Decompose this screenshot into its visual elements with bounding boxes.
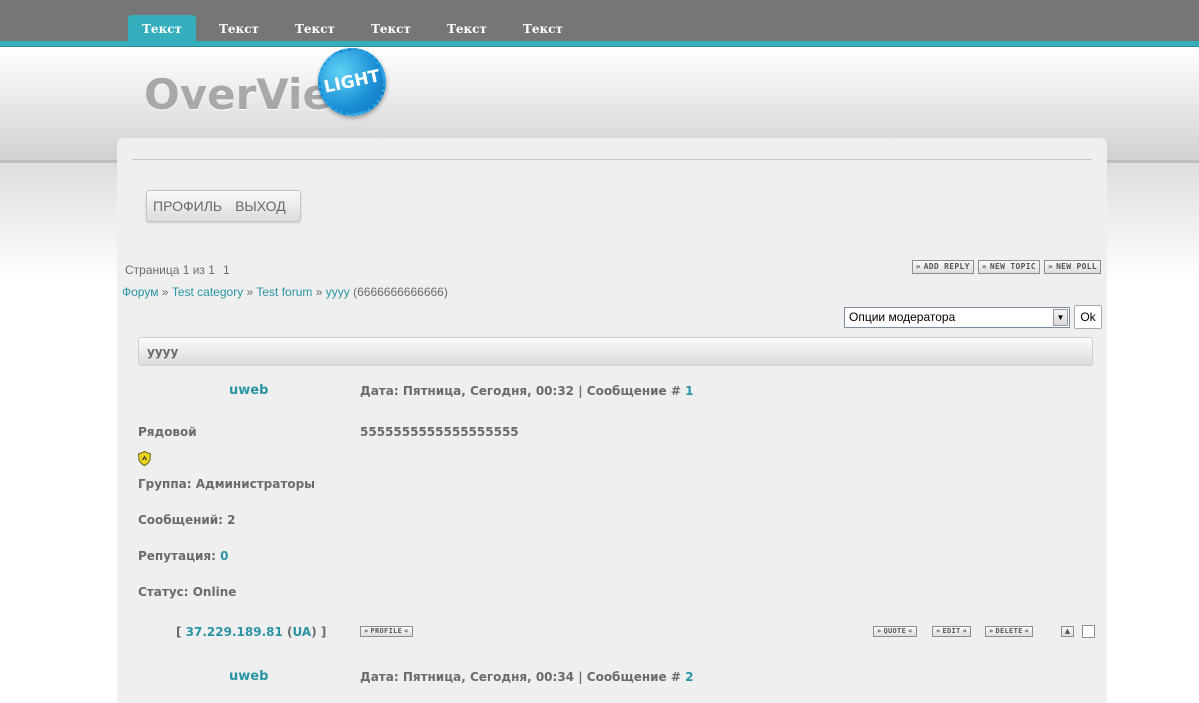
pagination-label: Страница 1 из 1	[125, 263, 215, 277]
tab-1[interactable]: Текст	[128, 15, 196, 41]
content-panel: Профиль Выход Страница 1 из 1 1 ADD REPLY…	[117, 138, 1107, 703]
delete-button[interactable]: DELETE	[985, 626, 1034, 637]
topic-title-bar: yyyy	[138, 337, 1093, 366]
tab-6[interactable]: Текст	[510, 15, 576, 41]
breadcrumb-topic[interactable]: yyyy	[326, 285, 350, 299]
breadcrumb-sep: »	[315, 285, 323, 299]
user-status: Статус: Online	[138, 585, 237, 599]
edit-button[interactable]: EDIT	[932, 626, 972, 637]
logout-link[interactable]: Выход	[235, 198, 286, 214]
post-ip: [ 37.229.189.81 (UA) ]	[176, 625, 327, 639]
scroll-up-icon[interactable]: ▲	[1061, 626, 1074, 637]
post-date: Дата: Пятница, Сегодня, 00:32 | Сообщени…	[360, 384, 681, 398]
panel-divider	[132, 159, 1092, 160]
site-logo[interactable]: OverView LIGHT	[144, 41, 393, 123]
breadcrumb: Форум » Test category » Test forum » yyy…	[122, 285, 448, 299]
post-meta: Дата: Пятница, Сегодня, 00:34 | Сообщени…	[360, 670, 693, 684]
tab-2[interactable]: Текст	[206, 15, 272, 41]
user-group: Группа: Администраторы	[138, 477, 316, 491]
tab-3[interactable]: Текст	[282, 15, 348, 41]
post-number-link[interactable]: 1	[685, 384, 693, 398]
post-username[interactable]: uweb	[229, 669, 268, 684]
breadcrumb-topic-desc: (6666666666666)	[353, 285, 448, 299]
moderator-options-value: Опции модератора	[849, 310, 956, 324]
chevron-down-icon[interactable]: ▼	[1053, 309, 1068, 326]
new-poll-button[interactable]: NEW POLL	[1043, 260, 1101, 274]
breadcrumb-sep: »	[246, 285, 254, 299]
breadcrumb-sep: »	[161, 285, 169, 299]
user-menu: Профиль Выход	[146, 190, 301, 222]
quote-button[interactable]: QUOTE	[873, 626, 917, 637]
country-code[interactable]: UA	[293, 625, 312, 639]
logo-badge-text: LIGHT	[322, 66, 382, 98]
breadcrumb-forum[interactable]: Форум	[122, 285, 158, 299]
post-date: Дата: Пятница, Сегодня, 00:34 | Сообщени…	[360, 670, 681, 684]
reputation-value[interactable]: 0	[220, 549, 228, 563]
add-reply-button[interactable]: ADD REPLY	[911, 260, 974, 274]
top-nav-tabs: Текст Текст Текст Текст Текст Текст	[128, 15, 586, 41]
post-username[interactable]: uweb	[229, 383, 268, 398]
moderator-options-select[interactable]: Опции модератора ▼	[844, 307, 1070, 328]
tab-4[interactable]: Текст	[358, 15, 424, 41]
user-rank: Рядовой	[138, 425, 197, 439]
topic-title: yyyy	[147, 345, 179, 359]
post-select-checkbox[interactable]	[1082, 625, 1095, 638]
user-reputation: Репутация: 0	[138, 549, 228, 563]
ok-button[interactable]: Ok	[1074, 305, 1102, 329]
pagination: Страница 1 из 1 1	[125, 263, 230, 277]
new-topic-button[interactable]: NEW TOPIC	[977, 260, 1040, 274]
breadcrumb-subforum[interactable]: Test forum	[256, 285, 312, 299]
post-message: 5555555555555555555	[360, 425, 519, 439]
reputation-label: Репутация:	[138, 549, 216, 563]
post-profile-button[interactable]: PROFILE	[360, 626, 413, 637]
ip-address-link[interactable]: 37.229.189.81	[186, 625, 283, 639]
breadcrumb-category[interactable]: Test category	[172, 285, 243, 299]
tab-5[interactable]: Текст	[434, 15, 500, 41]
rank-badge-icon	[138, 451, 151, 466]
page-number[interactable]: 1	[223, 263, 230, 277]
profile-link[interactable]: Профиль	[153, 198, 222, 214]
topic-actions: ADD REPLY NEW TOPIC NEW POLL	[908, 260, 1101, 274]
post-number-link[interactable]: 2	[685, 670, 693, 684]
user-message-count: Сообщений: 2	[138, 513, 236, 527]
post-meta: Дата: Пятница, Сегодня, 00:32 | Сообщени…	[360, 384, 693, 398]
